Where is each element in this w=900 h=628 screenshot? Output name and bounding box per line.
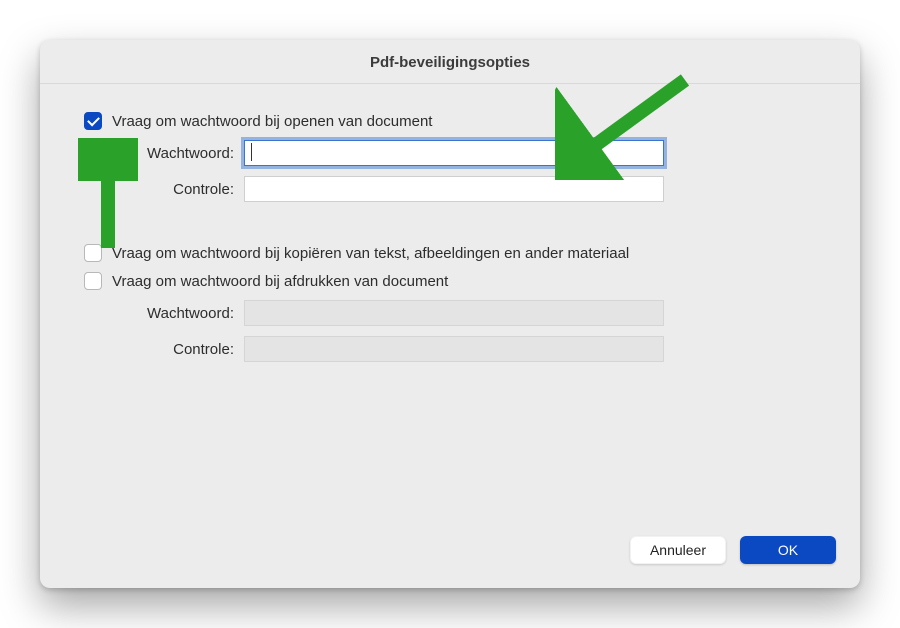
require-print-password-checkbox[interactable] bbox=[84, 272, 102, 290]
permissions-verify-label: Controle: bbox=[84, 341, 244, 358]
permissions-password-field-row: Wachtwoord: bbox=[84, 300, 816, 326]
open-verify-label: Controle: bbox=[84, 181, 244, 198]
text-cursor-icon bbox=[251, 143, 252, 161]
require-print-password-label: Vraag om wachtwoord bij afdrukken van do… bbox=[112, 273, 448, 290]
require-open-password-checkbox[interactable] bbox=[84, 112, 102, 130]
dialog-footer: Annuleer OK bbox=[40, 536, 860, 588]
require-copy-password-label: Vraag om wachtwoord bij kopiëren van tek… bbox=[112, 245, 629, 262]
require-copy-password-row: Vraag om wachtwoord bij kopiëren van tek… bbox=[84, 244, 816, 262]
open-password-field-row: Wachtwoord: bbox=[84, 140, 816, 166]
dialog-content: Vraag om wachtwoord bij openen van docum… bbox=[40, 84, 860, 536]
require-print-password-row: Vraag om wachtwoord bij afdrukken van do… bbox=[84, 272, 816, 290]
permissions-password-label: Wachtwoord: bbox=[84, 305, 244, 322]
open-verify-field-row: Controle: bbox=[84, 176, 816, 202]
permissions-verify-input[interactable] bbox=[244, 336, 664, 362]
require-open-password-label: Vraag om wachtwoord bij openen van docum… bbox=[112, 113, 432, 130]
open-password-input[interactable] bbox=[244, 140, 664, 166]
permissions-password-input[interactable] bbox=[244, 300, 664, 326]
permissions-verify-field-row: Controle: bbox=[84, 336, 816, 362]
open-password-label: Wachtwoord: bbox=[84, 145, 244, 162]
dialog-title: Pdf-beveiligingsopties bbox=[40, 40, 860, 84]
ok-button[interactable]: OK bbox=[740, 536, 836, 564]
require-open-password-row: Vraag om wachtwoord bij openen van docum… bbox=[84, 112, 816, 130]
open-verify-input[interactable] bbox=[244, 176, 664, 202]
cancel-button[interactable]: Annuleer bbox=[630, 536, 726, 564]
pdf-security-options-dialog: Pdf-beveiligingsopties Vraag om wachtwoo… bbox=[40, 40, 860, 588]
require-copy-password-checkbox[interactable] bbox=[84, 244, 102, 262]
